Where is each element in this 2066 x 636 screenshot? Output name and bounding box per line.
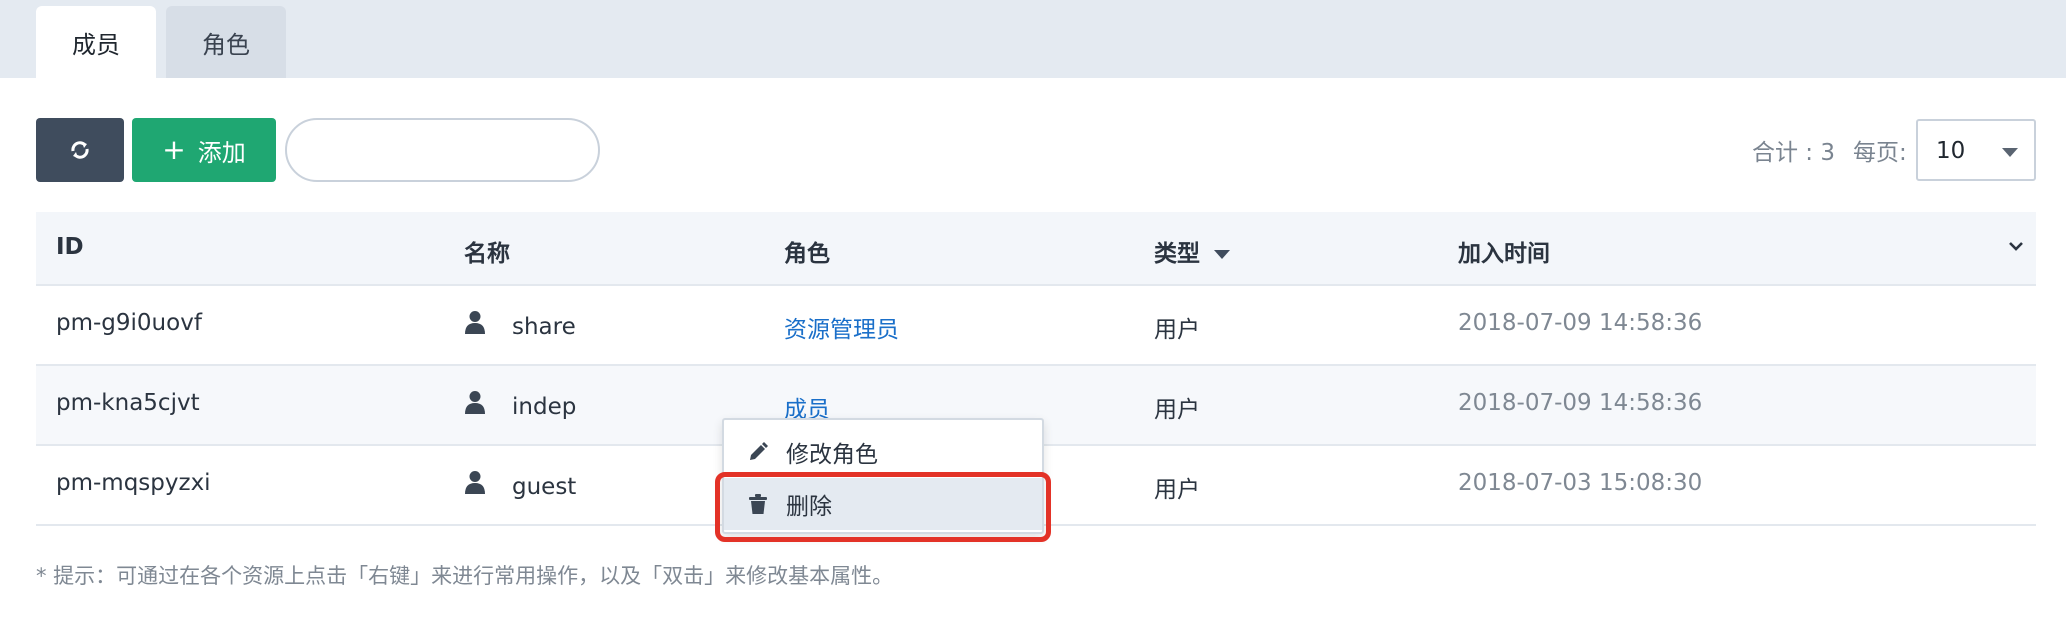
context-menu: 修改角色 删除 [722, 418, 1044, 534]
filter-caret-icon[interactable] [1214, 250, 1230, 259]
refresh-button[interactable] [36, 118, 124, 182]
column-header-joined[interactable]: 加入时间 [1458, 234, 1550, 268]
table-header: ID 名称 角色 类型 加入时间 [36, 212, 2036, 286]
cell-joined: 2018-07-09 14:58:36 [1458, 310, 1703, 336]
plus-icon: + [162, 133, 186, 166]
pencil-icon [750, 442, 768, 460]
column-header-name[interactable]: 名称 [464, 234, 510, 268]
menu-item-edit-role[interactable]: 修改角色 [724, 426, 1042, 478]
cell-id: pm-mqspyzxi [56, 470, 211, 496]
per-page-label: 每页: [1853, 140, 1907, 166]
column-header-role[interactable]: 角色 [784, 234, 830, 268]
user-icon [465, 311, 485, 334]
cell-type: 用户 [1154, 477, 1200, 503]
column-header-type-label: 类型 [1154, 241, 1200, 267]
add-button-label: 添加 [197, 138, 246, 167]
cell-role-link[interactable]: 资源管理员 [784, 310, 899, 344]
tab-members[interactable]: 成员 [36, 6, 156, 78]
menu-item-label: 修改角色 [786, 442, 878, 468]
cell-joined: 2018-07-09 14:58:36 [1458, 390, 1703, 416]
per-page-select[interactable]: 10 [1916, 119, 2036, 181]
cell-joined: 2018-07-03 15:08:30 [1458, 470, 1703, 496]
refresh-icon [71, 141, 89, 159]
add-button[interactable]: + 添加 [132, 118, 276, 182]
cell-type: 用户 [1154, 317, 1200, 343]
column-header-type[interactable]: 类型 [1154, 234, 1230, 268]
tab-roles[interactable]: 角色 [166, 6, 286, 78]
tab-bar: 成员 角色 [0, 0, 2066, 78]
table-row[interactable]: pm-g9i0uovf share 资源管理员 用户 2018-07-09 14… [36, 286, 2036, 366]
search-input[interactable] [285, 118, 600, 182]
cell-name: guest [512, 474, 577, 500]
hint-text: * 提示：可通过在各个资源上点击「右键」来进行常用操作，以及「双击」来修改基本属… [36, 564, 894, 588]
chevron-down-icon[interactable] [2004, 234, 2028, 258]
cell-name: indep [512, 394, 577, 420]
column-header-id[interactable]: ID [56, 234, 84, 260]
cell-id: pm-g9i0uovf [56, 310, 202, 336]
menu-item-delete[interactable]: 删除 [724, 478, 1042, 530]
total-count: 合计 : 3 [1752, 140, 1836, 166]
cell-type: 用户 [1154, 397, 1200, 423]
user-icon [465, 391, 485, 414]
per-page-value: 10 [1936, 138, 1966, 164]
menu-item-label: 删除 [786, 494, 832, 520]
chevron-down-icon [2002, 148, 2018, 157]
cell-id: pm-kna5cjvt [56, 390, 200, 416]
user-icon [465, 471, 485, 494]
cell-name: share [512, 314, 576, 340]
trash-icon [749, 494, 767, 514]
